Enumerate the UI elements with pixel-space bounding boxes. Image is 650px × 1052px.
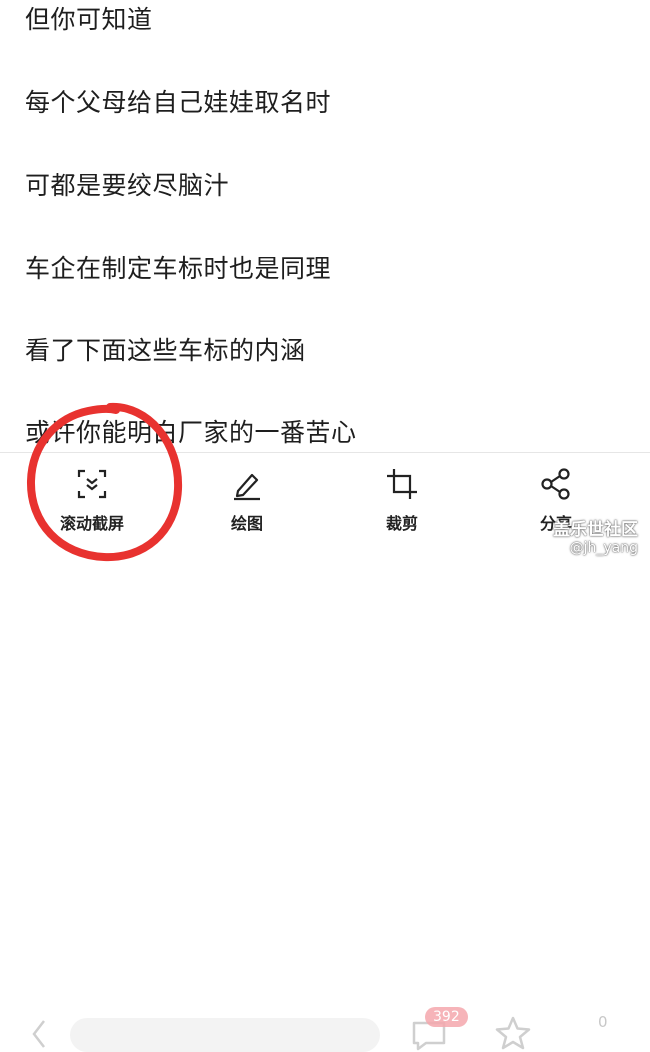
pencil-icon — [234, 473, 260, 501]
article-line: 可都是要绞尽脑汁 — [25, 171, 230, 200]
share-icon — [541, 468, 570, 500]
article-line: 或许你能明白厂家的一番苦心 — [25, 418, 357, 447]
scroll-capture-label: 滚动截屏 — [59, 514, 124, 533]
watermark-title: 盖乐世社区 — [553, 520, 638, 540]
scroll-capture-button[interactable]: 滚动截屏 — [37, 453, 147, 543]
scroll-capture-icon — [77, 469, 107, 499]
article-line: 车企在制定车标时也是同理 — [25, 254, 332, 283]
article-line: 看了下面这些车标的内涵 — [25, 336, 306, 365]
comment-input[interactable] — [70, 1018, 380, 1052]
article-line: 每个父母给自己娃娃取名时 — [25, 88, 332, 117]
crop-button[interactable]: 裁剪 — [347, 453, 457, 543]
favorite-star-icon[interactable] — [495, 1015, 531, 1051]
article-content: 但你可知道 每个父母给自己娃娃取名时 可都是要绞尽脑汁 车企在制定车标时也是同理… — [0, 0, 650, 455]
screenshot-toolbar: 滚动截屏 绘图 裁剪 分享 — [0, 452, 650, 568]
draw-label: 绘图 — [230, 514, 263, 533]
crop-label: 裁剪 — [385, 514, 418, 533]
back-chevron-icon[interactable] — [30, 1017, 48, 1051]
draw-button[interactable]: 绘图 — [192, 453, 302, 543]
article-line: 但你可知道 — [25, 5, 153, 34]
favorite-count: 0 — [598, 1013, 608, 1031]
watermark-user: @jh_yang — [569, 540, 638, 556]
comment-count-badge: 392 — [425, 1007, 468, 1027]
crop-icon — [387, 469, 417, 499]
